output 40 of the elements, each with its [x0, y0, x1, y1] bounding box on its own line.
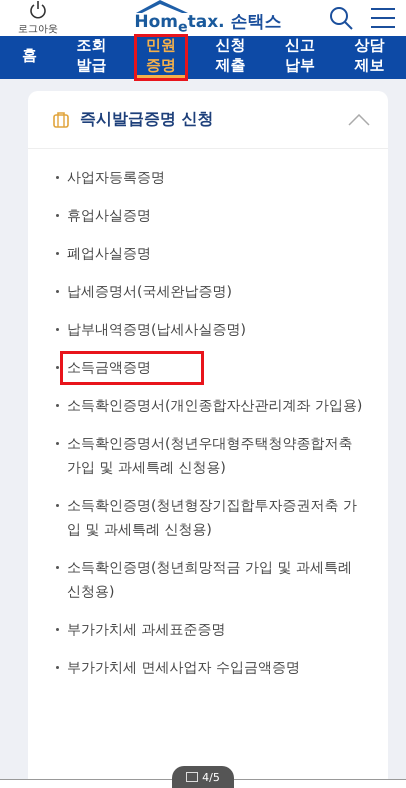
certificate-link[interactable]: 사업자등록증명: [67, 166, 165, 190]
certificate-link[interactable]: 폐업사실증명: [67, 242, 151, 266]
bullet-icon: [56, 666, 59, 669]
certificate-link[interactable]: 소득확인증명서(청년우대형주택청약종합저축 가입 및 과세특례 신청용): [67, 432, 364, 480]
bullet-icon: [56, 504, 59, 507]
nav-tab[interactable]: 신청 제출: [205, 36, 256, 79]
bullet-icon: [56, 214, 59, 217]
logo-brand: Hom$_{e}$tax.: [134, 12, 225, 36]
bullet-icon: [56, 628, 59, 631]
certificate-link[interactable]: 소득확인증명서(개인종합자산관리계좌 가입용): [67, 394, 362, 418]
nav-tab[interactable]: 신고 납부: [274, 36, 325, 79]
bullet-icon: [56, 176, 59, 179]
certificate-link[interactable]: 소득확인증명(청년희망적금 가입 및 과세특례 신청용): [67, 556, 364, 604]
logout-button[interactable]: 로그아웃: [18, 0, 58, 36]
briefcase-icon: [52, 110, 70, 128]
nav-tab[interactable]: 조회 발급: [66, 36, 116, 79]
power-icon: [29, 0, 47, 20]
logo-name: 손택스: [230, 11, 282, 34]
section-title: 즉시발급증명 신청: [80, 109, 215, 130]
search-icon[interactable]: [328, 5, 354, 31]
bullet-icon: [56, 566, 59, 569]
certificate-link[interactable]: 납부내역증명(납세사실증명): [67, 318, 246, 342]
certificate-link[interactable]: 납세증명서(국세완납증명): [67, 280, 232, 304]
page-icon: [186, 772, 198, 782]
page-count: 4/5: [202, 770, 220, 784]
certificate-link[interactable]: 소득확인증명(청년형장기집합투자증권저축 가입 및 과세특례 신청용): [67, 494, 364, 542]
bullet-icon: [56, 366, 59, 369]
bullet-icon: [56, 328, 59, 331]
nav-tab[interactable]: 홈: [12, 36, 47, 79]
bullet-icon: [56, 404, 59, 407]
menu-icon[interactable]: [370, 6, 396, 30]
bullet-icon: [56, 442, 59, 445]
certificate-link[interactable]: 부가가치세 면세사업자 수입금액증명: [67, 656, 300, 680]
nav-tab[interactable]: 민원 증명: [136, 36, 186, 79]
certificate-link[interactable]: 부가가치세 과세표준증명: [67, 618, 226, 642]
nav-tab[interactable]: 상담 제보: [344, 36, 394, 79]
certificate-link[interactable]: 소득금액증명: [60, 351, 204, 385]
certificate-link[interactable]: 휴업사실증명: [67, 204, 151, 228]
bullet-icon: [56, 252, 59, 255]
bullet-icon: [56, 290, 59, 293]
